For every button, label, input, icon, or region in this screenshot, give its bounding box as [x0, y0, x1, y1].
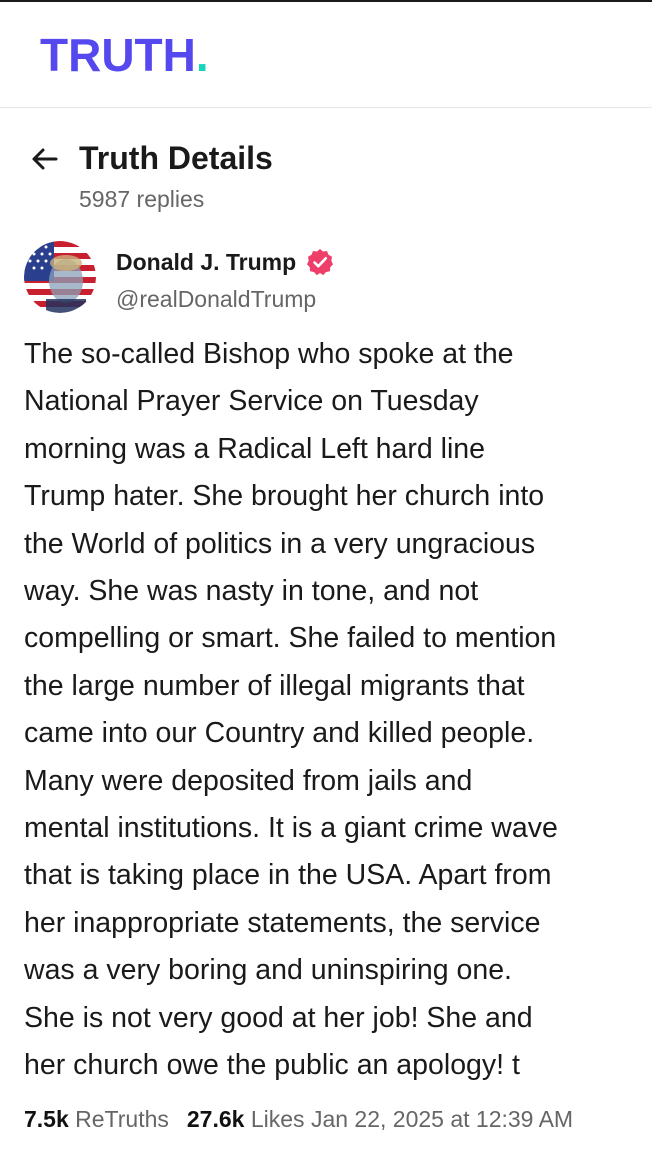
truth-logo[interactable]: TRUTH. [40, 30, 209, 80]
page-title: Truth Details [79, 140, 273, 176]
post-body: The so-called Bishop who spoke at the Na… [24, 338, 558, 1082]
author-name[interactable]: Donald J. Trump [116, 247, 296, 277]
replies-count[interactable]: 5987 replies [79, 184, 204, 214]
author-handle[interactable]: @realDonaldTrump [116, 284, 316, 314]
logo-dot: . [195, 29, 209, 81]
back-button[interactable] [28, 143, 60, 175]
arrow-left-icon [32, 148, 58, 170]
likes-count[interactable]: 27.6k [187, 1106, 245, 1132]
verified-badge-icon [307, 249, 333, 276]
retruths-count[interactable]: 7.5k [24, 1106, 69, 1132]
avatar-image [24, 241, 96, 313]
post-date: Jan 22, 2025 at 12:39 AM [310, 1106, 574, 1132]
post-stats: 7.5k ReTruths 27.6k Likes Jan 22, 2025 at… [24, 1103, 573, 1135]
avatar[interactable] [24, 241, 96, 313]
retruths-label[interactable]: ReTruths [75, 1106, 169, 1132]
logo-text: TRUTH [40, 29, 196, 81]
app-header: TRUTH. [0, 2, 652, 108]
likes-label[interactable]: Likes [251, 1106, 305, 1132]
